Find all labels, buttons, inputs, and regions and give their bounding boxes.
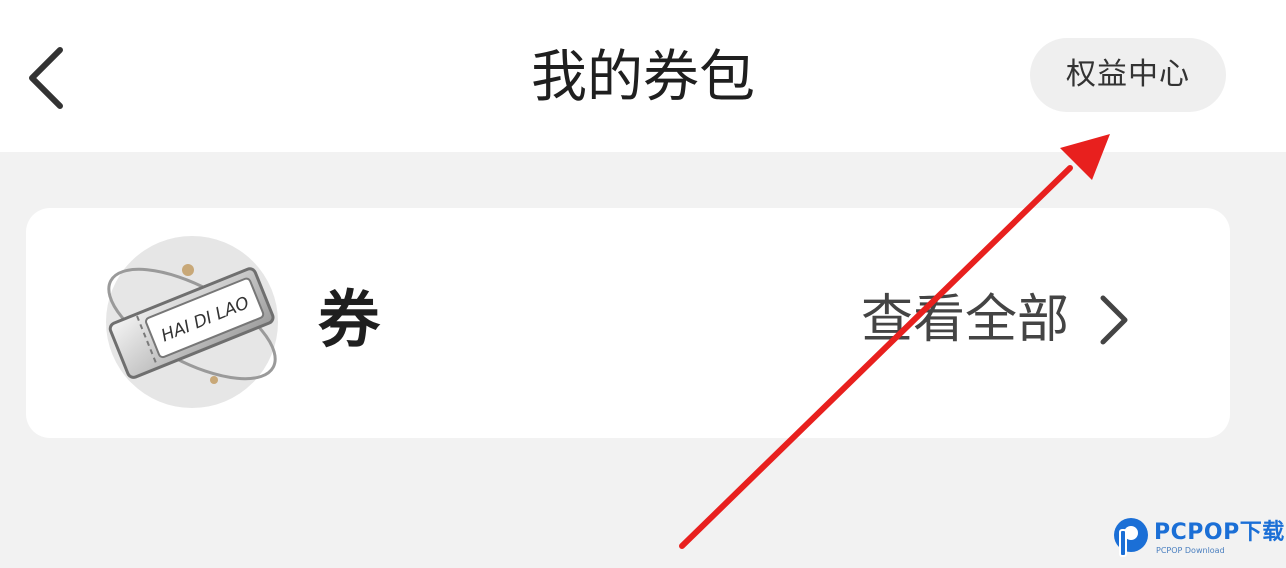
- chevron-left-icon: [29, 47, 63, 109]
- back-button[interactable]: [20, 38, 84, 118]
- top-navigation-bar: 我的券包 权益中心: [0, 0, 1286, 152]
- coupon-logo: HAI DI LAO: [96, 232, 286, 412]
- view-all-link[interactable]: 查看全部: [861, 280, 1133, 360]
- watermark-subtitle: PCPOP Download: [1156, 546, 1225, 555]
- watermark-brand: PCPOP下载: [1154, 520, 1285, 545]
- benefit-center-button[interactable]: 权益中心: [1030, 38, 1226, 112]
- coupon-section-label: 券: [318, 283, 381, 356]
- pcpop-logo-icon: [1114, 518, 1148, 557]
- coupon-card[interactable]: HAI DI LAO 券 查看全部: [26, 208, 1230, 438]
- view-all-label: 查看全部: [861, 290, 1070, 350]
- watermark: PCPOP下载 PCPOP Download: [1108, 514, 1284, 562]
- chevron-right-icon: [1100, 295, 1128, 345]
